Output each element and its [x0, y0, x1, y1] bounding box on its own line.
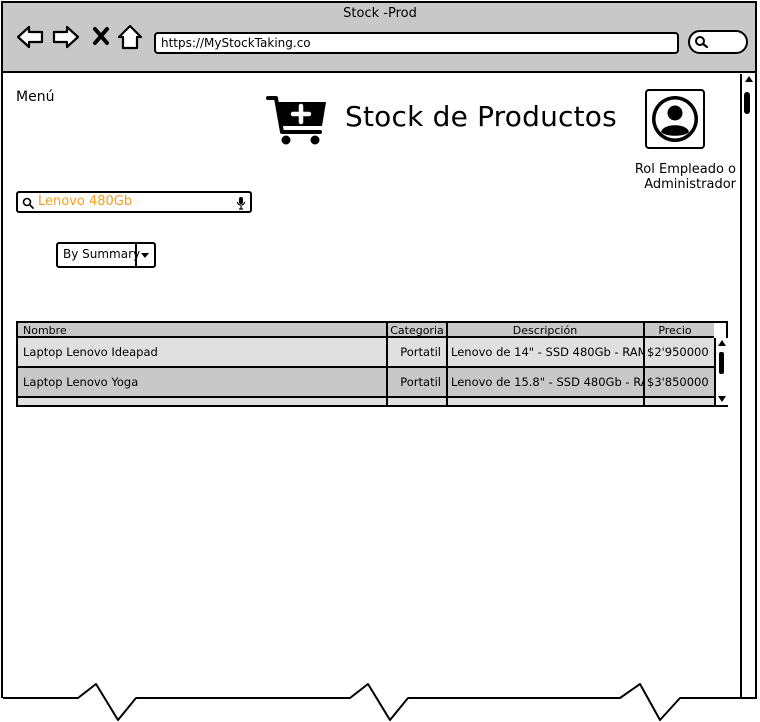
page-scrollbar[interactable] [740, 74, 756, 702]
column-divider [446, 323, 448, 405]
search-value: Lenovo 480Gb [38, 194, 133, 209]
menu-link[interactable]: Menú [16, 89, 54, 105]
cell-descripcion: Lenovo de 14" - SSD 480Gb - RAM [451, 345, 644, 359]
page-title: Stock de Productos [345, 100, 617, 133]
window-title: Stock -Prod [343, 6, 417, 21]
table-row[interactable]: Laptop Lenovo Ideapad Portatil Lenovo de… [18, 338, 714, 368]
cell-nombre: Laptop Lenovo Yoga [23, 375, 139, 389]
table-scrollbar[interactable] [714, 338, 728, 405]
cell-categoria: Portatil [400, 375, 441, 389]
back-arrow-icon[interactable] [16, 24, 44, 50]
cell-precio: $2'950000 [647, 345, 709, 359]
add-to-cart-icon [266, 94, 330, 152]
scroll-up-icon[interactable] [743, 74, 755, 84]
col-header-nombre[interactable]: Nombre [23, 323, 383, 338]
column-divider [643, 323, 645, 405]
scroll-up-icon[interactable] [717, 339, 727, 347]
browser-search-field[interactable] [688, 30, 748, 54]
search-icon [695, 36, 709, 49]
close-icon[interactable] [92, 26, 110, 46]
view-mode-selected: By Summary [63, 247, 141, 261]
table-row[interactable] [18, 398, 714, 405]
page-scroll-thumb[interactable] [744, 92, 750, 114]
table-row[interactable]: Laptop Lenovo Yoga Portatil Lenovo de 15… [18, 368, 714, 398]
table-scroll-thumb[interactable] [719, 352, 724, 374]
cell-descripcion: Lenovo de 15.8" - SSD 480Gb - RA [451, 375, 644, 389]
torn-edge-decoration [0, 683, 760, 722]
col-header-precio[interactable]: Precio [645, 323, 705, 338]
user-role-label: Rol Empleado o Administrador [634, 162, 736, 192]
url-input[interactable]: https://MyStockTaking.co [154, 32, 679, 54]
products-table: Nombre Categoria Descripción Precio Lapt… [16, 321, 728, 407]
user-avatar-icon[interactable] [645, 89, 705, 149]
col-header-categoria[interactable]: Categoria [387, 323, 447, 338]
cell-nombre: Laptop Lenovo Ideapad [23, 345, 158, 359]
home-icon[interactable] [117, 24, 143, 50]
cell-precio: $3'850000 [647, 375, 709, 389]
scroll-down-icon[interactable] [717, 395, 727, 403]
col-header-descripcion[interactable]: Descripción [447, 323, 643, 338]
column-divider [386, 323, 388, 405]
mic-icon[interactable] [236, 196, 246, 210]
search-icon [22, 197, 34, 209]
view-mode-select[interactable]: By Summary [56, 242, 156, 268]
product-search-input[interactable]: Lenovo 480Gb [16, 191, 252, 213]
chevron-down-icon[interactable] [135, 244, 154, 266]
cell-categoria: Portatil [400, 345, 441, 359]
forward-arrow-icon[interactable] [52, 24, 80, 50]
